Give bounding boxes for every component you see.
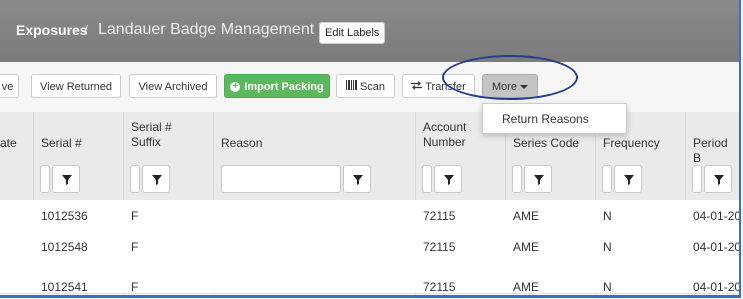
series-cell: AME	[513, 280, 540, 294]
table-row[interactable]: 1012536 F 72115 AME N 04-01-20	[0, 200, 739, 232]
serial-cell: 1012548	[41, 240, 88, 254]
account-cell: 72115	[423, 209, 456, 223]
column-header-date[interactable]: ate	[0, 136, 17, 151]
column-header-serial-suffix[interactable]: Serial # Suffix	[131, 120, 201, 150]
account-filter-button[interactable]	[434, 165, 462, 193]
import-packing-button[interactable]: + Import Packing	[224, 74, 330, 98]
app-window: Exposures / Landauer Badge Management Ed…	[0, 0, 741, 298]
transfer-button[interactable]: Transfer	[402, 74, 475, 98]
filter-icon	[534, 175, 544, 185]
table-row[interactable]: 1012548 F 72115 AME N 04-01-20	[0, 231, 739, 263]
breadcrumb-separator: /	[84, 22, 88, 38]
frequency-cell: N	[603, 240, 612, 254]
serial-cell: 1012536	[41, 209, 88, 223]
toolbar-button-partial[interactable]: ve	[0, 74, 19, 98]
filter-controls	[0, 158, 739, 200]
badge-table: ate Serial # Serial # Suffix Reason Acco…	[0, 112, 739, 295]
view-returned-label: View Returned	[40, 81, 112, 93]
import-packing-label: Import Packing	[244, 81, 324, 93]
column-header-reason[interactable]: Reason	[221, 136, 262, 151]
frequency-filter-button[interactable]	[614, 165, 642, 193]
barcode-icon	[345, 75, 357, 99]
more-dropdown-menu: Return Reasons	[482, 103, 627, 134]
period-cell: 04-01-20	[693, 209, 741, 223]
period-filter-button[interactable]	[704, 165, 732, 193]
return-reasons-menu-item[interactable]: Return Reasons	[502, 112, 589, 126]
view-returned-button[interactable]: View Returned	[31, 74, 121, 98]
suffix-cell: F	[131, 209, 139, 223]
frequency-filter-input[interactable]	[602, 165, 612, 193]
reason-filter-button[interactable]	[343, 165, 371, 193]
scan-label: Scan	[359, 81, 386, 93]
breadcrumb-root[interactable]: Exposures	[16, 22, 88, 38]
series-cell: AME	[513, 240, 540, 254]
caret-down-icon	[520, 85, 529, 90]
toolbar-button-partial-label: ve	[1, 81, 14, 93]
transfer-arrows-icon	[411, 75, 423, 99]
view-archived-label: View Archived	[138, 81, 208, 93]
series-filter-input[interactable]	[512, 165, 522, 193]
more-label: More	[491, 81, 518, 93]
reason-filter-input[interactable]	[221, 165, 341, 193]
filter-icon	[714, 175, 724, 185]
filter-icon	[62, 175, 72, 185]
suffix-cell: F	[131, 240, 139, 254]
frequency-cell: N	[603, 280, 612, 294]
series-filter-button[interactable]	[524, 165, 552, 193]
serial-filter-button[interactable]	[52, 165, 80, 193]
account-cell: 72115	[423, 240, 456, 254]
filter-icon	[353, 175, 363, 185]
series-cell: AME	[513, 209, 540, 223]
transfer-label: Transfer	[425, 81, 466, 93]
view-archived-button[interactable]: View Archived	[129, 74, 217, 98]
column-header-account-number[interactable]: Account Number	[423, 120, 483, 150]
suffix-filter-button[interactable]	[142, 165, 170, 193]
filter-icon	[624, 175, 634, 185]
period-cell: 04-01-20	[693, 240, 741, 254]
column-header-frequency[interactable]: Frequency	[603, 136, 660, 151]
page-header: Exposures / Landauer Badge Management Ed…	[0, 0, 739, 62]
frequency-cell: N	[603, 209, 612, 223]
column-header-serial[interactable]: Serial #	[41, 136, 82, 151]
scan-button[interactable]: Scan	[336, 74, 395, 98]
table-row[interactable]: 1012541 F 72115 AME N 04-01-20	[0, 262, 739, 294]
edit-labels-button[interactable]: Edit Labels	[319, 22, 386, 44]
period-cell: 04-01-20	[693, 280, 741, 294]
account-filter-input[interactable]	[422, 165, 432, 193]
period-filter-input[interactable]	[692, 165, 702, 193]
serial-cell: 1012541	[41, 280, 88, 294]
suffix-filter-input[interactable]	[130, 165, 140, 193]
more-dropdown-button[interactable]: More	[482, 74, 538, 98]
serial-filter-input[interactable]	[40, 165, 50, 193]
filter-icon	[444, 175, 454, 185]
filter-icon	[152, 175, 162, 185]
account-cell: 72115	[423, 280, 456, 294]
plus-circle-icon: +	[230, 82, 241, 93]
suffix-cell: F	[131, 280, 139, 294]
column-header-series-code[interactable]: Series Code	[513, 136, 579, 151]
page-title: Landauer Badge Management	[98, 21, 315, 38]
